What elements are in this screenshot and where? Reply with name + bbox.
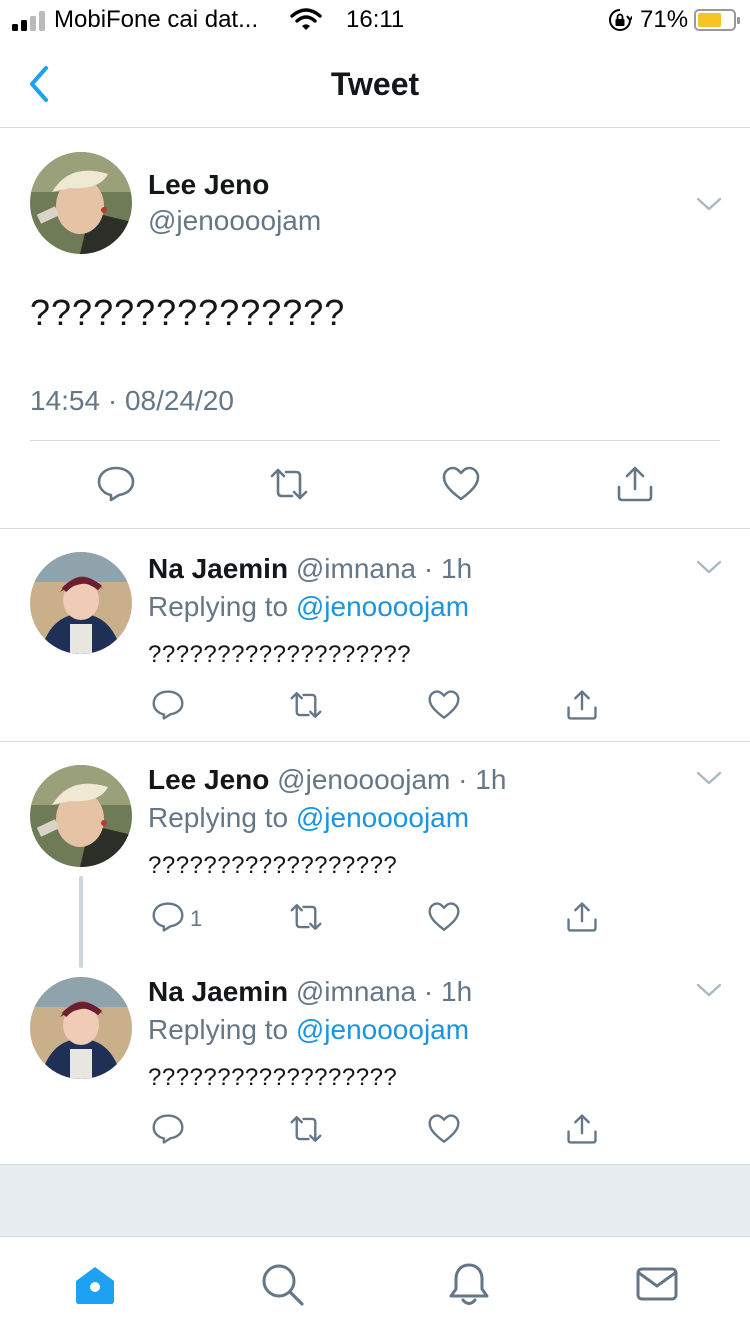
author-name[interactable]: Na Jaemin (148, 553, 288, 584)
signal-icon (12, 11, 45, 31)
like-icon[interactable] (427, 689, 461, 721)
replying-to: Replying to @jenoooojam (148, 1014, 469, 1046)
chevron-down-icon[interactable] (696, 770, 722, 786)
avatar[interactable] (30, 977, 132, 1079)
replying-to-label: Replying to (148, 1014, 289, 1045)
retweet-icon[interactable] (289, 689, 323, 721)
reply-icon[interactable] (151, 901, 185, 933)
like-icon[interactable] (441, 465, 481, 503)
reply-count: 1 (190, 906, 203, 931)
mention-link[interactable]: @jenoooojam (296, 591, 469, 622)
author-name[interactable]: Lee Jeno (148, 169, 269, 201)
replying-to: Replying to @jenoooojam (148, 591, 469, 623)
retweet-icon[interactable] (269, 465, 309, 503)
author-name[interactable]: Na Jaemin (148, 976, 288, 1007)
replying-to-label: Replying to (148, 802, 289, 833)
share-icon[interactable] (615, 465, 655, 503)
reply-tweet[interactable]: Na Jaemin @imnana · 1h Replying to @jeno… (0, 529, 750, 741)
reply-header: Lee Jeno @jenoooojam · 1h (148, 764, 506, 796)
chevron-down-icon[interactable] (696, 982, 722, 998)
reply-icon[interactable] (96, 465, 136, 503)
reply-header: Na Jaemin @imnana · 1h (148, 553, 472, 585)
like-icon[interactable] (427, 901, 461, 933)
navigation-bar: Tweet (0, 40, 750, 128)
home-icon[interactable] (72, 1261, 118, 1307)
tweet-text: ??????????????? (30, 292, 346, 333)
author-handle[interactable]: @jenoooojam (148, 205, 321, 237)
author-meta[interactable]: @imnana · 1h (296, 553, 472, 584)
chevron-down-icon[interactable] (696, 196, 722, 212)
replying-to-label: Replying to (148, 591, 289, 622)
author-meta[interactable]: @jenoooojam · 1h (277, 764, 506, 795)
like-icon[interactable] (427, 1113, 461, 1145)
tab-bar (0, 1236, 750, 1334)
author-meta[interactable]: @imnana · 1h (296, 976, 472, 1007)
reply-icon[interactable] (151, 689, 185, 721)
chevron-down-icon[interactable] (696, 559, 722, 575)
avatar[interactable] (30, 552, 132, 654)
replying-to: Replying to @jenoooojam (148, 802, 469, 834)
notifications-icon[interactable] (446, 1261, 492, 1307)
mention-link[interactable]: @jenoooojam (296, 1014, 469, 1045)
empty-area (0, 1164, 750, 1236)
status-time: 16:11 (346, 6, 405, 33)
status-bar: MobiFone cai dat... 16:11 71% (0, 0, 750, 40)
divider (30, 440, 720, 441)
reply-header: Na Jaemin @imnana · 1h (148, 976, 472, 1008)
reply-text: ?????????????????? (148, 1064, 398, 1091)
share-icon[interactable] (565, 901, 599, 933)
share-icon[interactable] (565, 1113, 599, 1145)
search-icon[interactable] (259, 1261, 305, 1307)
messages-icon[interactable] (634, 1261, 680, 1307)
battery-percent: 71% (640, 6, 689, 33)
share-icon[interactable] (565, 689, 599, 721)
tweet-timestamp[interactable]: 14:54 · 08/24/20 (30, 385, 234, 417)
retweet-icon[interactable] (289, 1113, 323, 1145)
mention-link[interactable]: @jenoooojam (296, 802, 469, 833)
reply-text: ??????????????????? (148, 641, 412, 668)
carrier-name: MobiFone cai dat... (54, 6, 259, 33)
wifi-icon (290, 8, 322, 30)
orientation-lock-icon (609, 9, 632, 31)
avatar[interactable] (30, 152, 132, 254)
reply-tweet[interactable]: Na Jaemin @imnana · 1h Replying to @jeno… (0, 954, 750, 1164)
reply-tweet[interactable]: Lee Jeno @jenoooojam · 1h Replying to @j… (0, 742, 750, 954)
retweet-icon[interactable] (289, 901, 323, 933)
reply-text: ?????????????????? (148, 852, 398, 879)
author-name[interactable]: Lee Jeno (148, 764, 269, 795)
battery-icon (694, 9, 740, 31)
avatar[interactable] (30, 765, 132, 867)
page-title: Tweet (330, 66, 420, 102)
battery-level (698, 13, 721, 27)
main-tweet: Lee Jeno @jenoooojam ??????????????? 14:… (0, 129, 750, 529)
reply-icon[interactable] (151, 1113, 185, 1145)
